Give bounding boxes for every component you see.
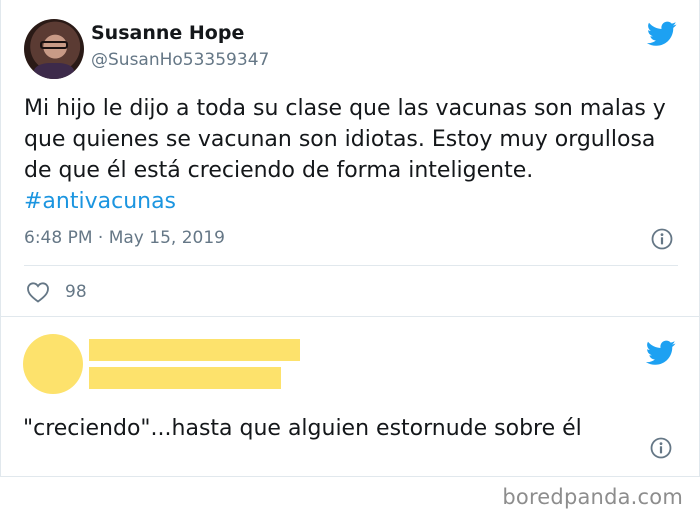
like-count: 98	[65, 282, 87, 302]
avatar-glasses	[40, 41, 68, 49]
display-name[interactable]: Susanne Hope	[91, 22, 244, 44]
original-tweet: Susanne Hope @SusanHo53359347 Mi hijo le…	[0, 0, 700, 317]
redacted-display-name	[89, 339, 300, 361]
redacted-avatar	[23, 334, 83, 394]
page: Susanne Hope @SusanHo53359347 Mi hijo le…	[0, 0, 700, 518]
twitter-bird-icon[interactable]	[646, 340, 676, 366]
info-icon[interactable]	[650, 437, 672, 459]
tweet-text-line-1: Mi hijo le dijo a toda su clase que las …	[24, 96, 666, 121]
user-handle[interactable]: @SusanHo53359347	[91, 50, 269, 70]
redacted-handle	[89, 367, 281, 389]
tweet-text-line-2: que quienes se vacunan son idiotas. Esto…	[24, 127, 656, 152]
info-icon[interactable]	[651, 228, 673, 250]
reply-text: "creciendo"...hasta que alguien estornud…	[23, 416, 582, 441]
tweet-text: Mi hijo le dijo a toda su clase que las …	[24, 93, 666, 217]
watermark: boredpanda.com	[502, 485, 683, 509]
timestamp[interactable]: 6:48 PM · May 15, 2019	[24, 228, 225, 248]
twitter-bird-icon[interactable]	[647, 21, 677, 47]
avatar-shirt	[34, 63, 74, 79]
tweet-text-line-3: de que él está creciendo de forma inteli…	[24, 158, 534, 183]
hashtag-link[interactable]: #antivacunas	[24, 186, 664, 217]
heart-icon[interactable]	[26, 281, 50, 303]
divider	[24, 265, 678, 266]
avatar[interactable]	[24, 19, 84, 79]
